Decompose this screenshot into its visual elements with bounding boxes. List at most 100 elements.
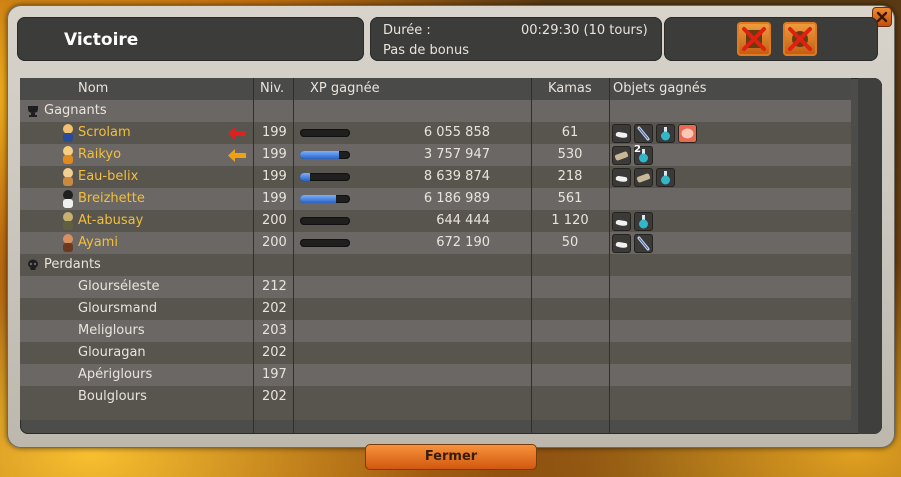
losers-group-row: Perdants bbox=[20, 254, 851, 276]
xp-gained: 3 757 947 bbox=[423, 147, 490, 162]
xp-progress-bar bbox=[300, 173, 350, 181]
player-level: 199 bbox=[262, 191, 287, 206]
result-title: Victoire bbox=[64, 30, 139, 50]
character-avatar bbox=[58, 167, 78, 187]
xp-gained: 8 639 874 bbox=[423, 169, 490, 184]
feather-item-icon[interactable] bbox=[634, 234, 653, 253]
kamas-gained: 530 bbox=[557, 147, 583, 162]
player-name[interactable]: At-abusay bbox=[78, 210, 143, 232]
duration-label: Durée : bbox=[383, 23, 431, 38]
loser-row[interactable]: Boulglours 202 bbox=[20, 386, 851, 408]
character-avatar bbox=[58, 145, 78, 165]
header-xp: XP gagnée bbox=[310, 81, 380, 96]
duration-value: 00:29:30 (10 tours) bbox=[521, 23, 648, 38]
header-level: Niv. bbox=[260, 81, 285, 96]
meat-item-icon[interactable] bbox=[678, 124, 697, 143]
xp-progress-bar bbox=[300, 217, 350, 225]
winner-row[interactable]: Ayami 200 672 190 50 bbox=[20, 232, 851, 254]
table-scrollbar[interactable] bbox=[858, 78, 882, 434]
loser-row[interactable]: Glourséleste 212 bbox=[20, 276, 851, 298]
potion-item-icon[interactable] bbox=[656, 168, 675, 187]
monster-name: Glourséleste bbox=[78, 279, 160, 294]
winner-row[interactable]: At-abusay 200 644 444 1 120 bbox=[20, 210, 851, 232]
kamas-gained: 218 bbox=[557, 169, 583, 184]
column-separator bbox=[253, 78, 254, 434]
bone-item-icon[interactable] bbox=[612, 212, 631, 231]
winners-group-row: Gagnants bbox=[20, 100, 851, 122]
xp-progress-bar bbox=[300, 151, 350, 159]
xp-progress-bar bbox=[300, 129, 350, 137]
player-level: 199 bbox=[262, 147, 287, 162]
disabled-action-button-1[interactable] bbox=[737, 22, 771, 56]
item-count: 2 bbox=[634, 144, 641, 155]
monster-level: 202 bbox=[262, 389, 287, 404]
player-name[interactable]: Scrolam bbox=[78, 122, 131, 144]
header-name: Nom bbox=[78, 81, 109, 96]
xp-gained: 6 055 858 bbox=[423, 125, 490, 140]
bone-item-icon[interactable] bbox=[612, 234, 631, 253]
arrow-left-icon bbox=[228, 149, 246, 166]
player-name[interactable]: Eau-belix bbox=[78, 166, 138, 188]
kamas-gained: 50 bbox=[561, 235, 579, 250]
winner-row[interactable]: Breizhette 199 6 186 989 561 bbox=[20, 188, 851, 210]
monster-level: 202 bbox=[262, 301, 287, 316]
player-name[interactable]: Breizhette bbox=[78, 188, 145, 210]
character-avatar bbox=[58, 189, 78, 209]
character-avatar bbox=[58, 211, 78, 231]
monster-name: Apériglours bbox=[78, 367, 153, 382]
xp-gained: 672 190 bbox=[436, 235, 490, 250]
fight-result-window: Victoire Durée : 00:29:30 (10 tours) Pas… bbox=[7, 5, 895, 470]
xp-progress-fill bbox=[300, 151, 339, 159]
potion-item-icon[interactable] bbox=[634, 212, 653, 231]
fight-info-panel: Durée : 00:29:30 (10 tours) Pas de bonus bbox=[370, 17, 662, 61]
header-kamas: Kamas bbox=[548, 81, 592, 96]
winner-row[interactable]: Scrolam 199 6 055 858 61 bbox=[20, 122, 851, 144]
player-name[interactable]: Ayami bbox=[78, 232, 118, 254]
xp-progress-bar bbox=[300, 195, 350, 203]
loser-row[interactable]: Apériglours 197 bbox=[20, 364, 851, 386]
player-level: 200 bbox=[262, 213, 287, 228]
result-title-panel: Victoire bbox=[17, 17, 364, 61]
column-separator bbox=[293, 78, 294, 434]
wood-item-icon[interactable] bbox=[634, 168, 653, 187]
winner-row[interactable]: Raikyo 199 3 757 947 530 2 bbox=[20, 144, 851, 166]
kamas-gained: 1 120 bbox=[551, 213, 589, 228]
losers-label: Perdants bbox=[44, 257, 101, 272]
potion-item-icon[interactable] bbox=[656, 124, 675, 143]
winners-label: Gagnants bbox=[44, 103, 107, 118]
arrow-left-icon bbox=[228, 127, 246, 144]
monster-name: Gloursmand bbox=[78, 301, 158, 316]
header-items: Objets gagnés bbox=[613, 81, 707, 96]
kamas-gained: 61 bbox=[561, 125, 579, 140]
skull-icon bbox=[25, 254, 41, 276]
table-header-row: Nom Niv. XP gagnée Kamas Objets gagnés bbox=[20, 78, 851, 100]
monster-name: Meliglours bbox=[78, 323, 145, 338]
xp-gained: 6 186 989 bbox=[423, 191, 490, 206]
close-button[interactable]: Fermer bbox=[365, 444, 537, 470]
player-level: 200 bbox=[262, 235, 287, 250]
bone-item-icon[interactable] bbox=[612, 168, 631, 187]
monster-name: Glouragan bbox=[78, 345, 146, 360]
xp-gained: 644 444 bbox=[436, 213, 490, 228]
character-avatar bbox=[58, 233, 78, 253]
xp-progress-bar bbox=[300, 239, 350, 247]
monster-level: 202 bbox=[262, 345, 287, 360]
monster-level: 203 bbox=[262, 323, 287, 338]
disabled-action-button-2[interactable] bbox=[783, 22, 817, 56]
xp-progress-fill bbox=[300, 173, 310, 181]
bone-item-icon[interactable] bbox=[612, 124, 631, 143]
monster-level: 212 bbox=[262, 279, 287, 294]
player-name[interactable]: Raikyo bbox=[78, 144, 121, 166]
monster-name: Boulglours bbox=[78, 389, 147, 404]
bonus-label: Pas de bonus bbox=[383, 43, 469, 58]
results-table: Nom Niv. XP gagnée Kamas Objets gagnés G… bbox=[20, 78, 882, 434]
winner-row[interactable]: Eau-belix 199 8 639 874 218 bbox=[20, 166, 851, 188]
xp-progress-fill bbox=[300, 195, 336, 203]
loser-row[interactable]: Gloursmand 202 bbox=[20, 298, 851, 320]
loser-row[interactable]: Glouragan 202 bbox=[20, 342, 851, 364]
trophy-icon bbox=[25, 100, 41, 122]
table-filler-row bbox=[20, 408, 851, 420]
loser-row[interactable]: Meliglours 203 bbox=[20, 320, 851, 342]
wood-item-icon[interactable] bbox=[612, 146, 631, 165]
column-separator bbox=[609, 78, 610, 434]
